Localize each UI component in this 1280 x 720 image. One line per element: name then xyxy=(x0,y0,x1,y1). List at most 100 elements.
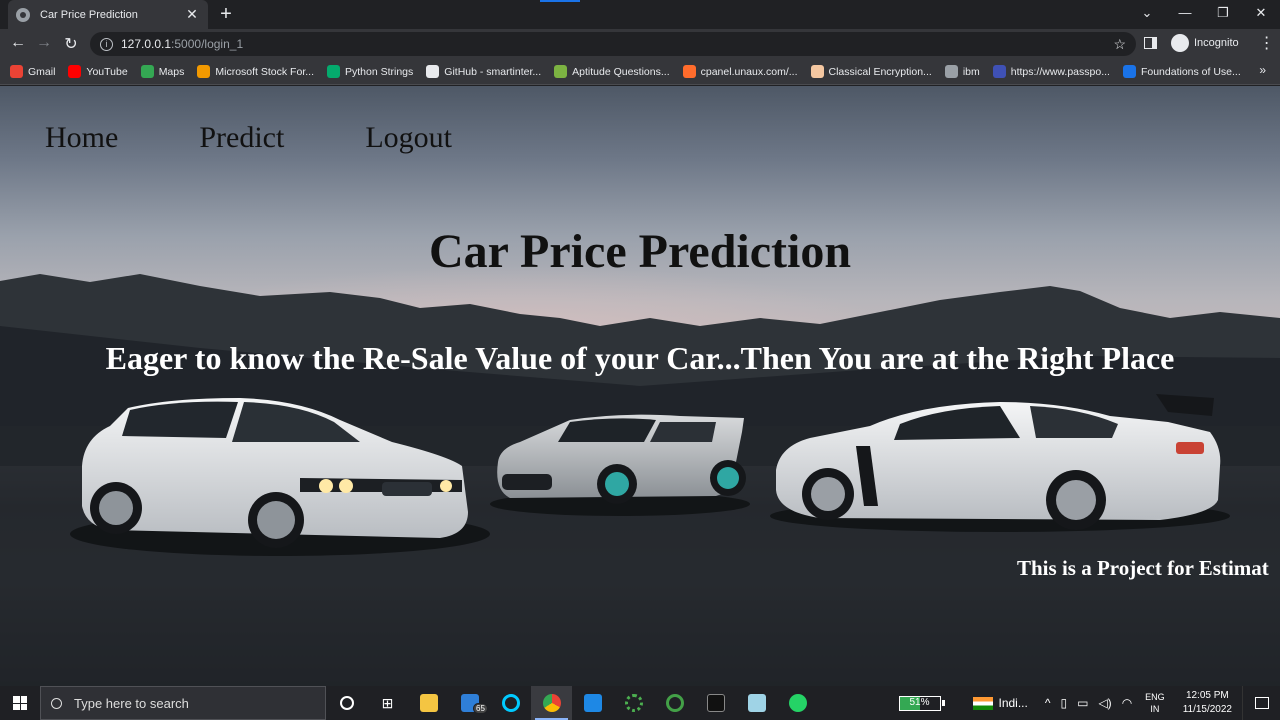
mail-button[interactable]: 65 xyxy=(449,686,490,720)
battery-percent: 51% xyxy=(909,696,930,708)
tab-indicator xyxy=(540,0,580,2)
bookmark-item[interactable]: Classical Encryption... xyxy=(810,65,932,78)
file-explorer-button[interactable] xyxy=(408,686,449,720)
chrome-icon xyxy=(542,694,561,712)
nav-predict-link[interactable]: Predict xyxy=(199,121,284,155)
url-path: :5000/login_1 xyxy=(171,37,244,51)
bookmark-item[interactable]: https://www.passpo... xyxy=(992,65,1110,78)
bookmark-label: cpanel.unaux.com/... xyxy=(700,65,798,78)
cortana-circle-icon xyxy=(339,696,354,710)
clock-date: 11/15/2022 xyxy=(1182,704,1232,715)
wifi-icon[interactable]: ◠ xyxy=(1122,696,1132,710)
power-icon[interactable]: ▭ xyxy=(1077,696,1088,710)
back-icon[interactable]: ← xyxy=(8,34,28,52)
side-panel-icon[interactable] xyxy=(1144,37,1157,49)
green-ring-2-icon xyxy=(665,694,684,712)
alexa-ring-icon xyxy=(501,694,520,712)
reload-icon[interactable]: ↻ xyxy=(61,34,81,54)
bookmark-label: Maps xyxy=(158,65,185,78)
bookmark-item[interactable]: YouTube xyxy=(68,65,128,78)
usb-icon[interactable]: ▯ xyxy=(1061,696,1068,710)
incognito-indicator[interactable]: Incognito xyxy=(1171,34,1239,52)
bookmark-label: Microsoft Stock For... xyxy=(215,65,314,78)
task-view-button[interactable]: ⊞ xyxy=(367,686,408,720)
start-button[interactable] xyxy=(0,686,40,720)
minimize-icon[interactable]: — xyxy=(1166,0,1204,29)
bookmark-item[interactable]: cpanel.unaux.com/... xyxy=(682,65,798,78)
bookmark-item[interactable]: Python Strings xyxy=(326,65,414,78)
bookmark-label: Gmail xyxy=(28,65,56,78)
web-page: Home Predict Logout Car Price Prediction… xyxy=(0,86,1280,686)
tab-search-icon[interactable]: ⌄ xyxy=(1128,0,1166,29)
tab-close-icon[interactable]: ✕ xyxy=(184,6,200,23)
nav-home-link[interactable]: Home xyxy=(45,121,118,155)
system-tray: 51% Indi... ^ ▯ ▭ ◁) ◠ ENG IN 12:05 PM 1… xyxy=(898,686,1280,720)
bookmark-item[interactable]: Microsoft Stock For... xyxy=(197,65,314,78)
bookmark-item[interactable]: Gmail xyxy=(10,65,55,78)
cortana-button[interactable] xyxy=(326,686,367,720)
bookmarks-bar: Gmail YouTube Maps Microsoft Stock For... Py… xyxy=(0,59,1280,85)
close-window-icon[interactable]: ✕ xyxy=(1242,0,1280,29)
blue-app-icon xyxy=(583,694,602,712)
incognito-label: Incognito xyxy=(1194,37,1239,49)
tab-title: Car Price Prediction xyxy=(40,8,138,21)
bookmark-label: Classical Encryption... xyxy=(828,65,932,78)
bookmarks-overflow-icon[interactable]: » xyxy=(1259,63,1266,77)
show-hidden-icons-icon[interactable]: ^ xyxy=(1045,696,1051,710)
site-info-icon[interactable]: i xyxy=(100,37,113,51)
bookmark-label: Python Strings xyxy=(344,65,414,78)
kebab-menu-icon[interactable]: ⋮ xyxy=(1259,33,1275,53)
india-flag-icon xyxy=(972,696,993,710)
volume-icon[interactable]: ◁) xyxy=(1098,696,1111,710)
mail-badge: 65 xyxy=(473,703,488,714)
page-title: Car Price Prediction xyxy=(428,225,852,278)
nav-logout-link[interactable]: Logout xyxy=(365,121,452,155)
weather-label[interactable]: Indi... xyxy=(999,696,1028,710)
scrolling-marquee-text: This is a Project for Estimat xyxy=(1017,556,1269,580)
bookmark-favicon-icon xyxy=(140,65,154,78)
bookmark-item[interactable]: Foundations of Use... xyxy=(1122,65,1241,78)
language-code: ENG xyxy=(1145,692,1165,702)
folder-icon xyxy=(419,694,438,712)
new-tab-button[interactable]: + xyxy=(216,3,236,26)
notification-icon xyxy=(1254,697,1269,709)
bookmark-favicon-icon xyxy=(944,65,958,78)
site-nav: Home Predict Logout xyxy=(45,121,533,155)
alexa-button[interactable] xyxy=(490,686,531,720)
terminal-button[interactable] xyxy=(695,686,736,720)
whatsapp-button[interactable] xyxy=(777,686,818,720)
restore-icon[interactable]: ❐ xyxy=(1204,0,1242,29)
bookmark-label: YouTube xyxy=(86,65,128,78)
clock[interactable]: 12:05 PM 11/15/2022 xyxy=(1183,689,1232,717)
bookmark-favicon-icon xyxy=(1122,65,1136,78)
notepad-icon xyxy=(747,694,766,712)
bookmark-star-icon[interactable]: ☆ xyxy=(1113,36,1126,53)
bookmark-item[interactable]: Maps xyxy=(140,65,185,78)
taskbar-search-placeholder: Type here to search xyxy=(74,695,189,711)
window-controls: ⌄ — ❐ ✕ xyxy=(1128,0,1280,29)
taskbar-search-input[interactable]: Type here to search xyxy=(40,686,326,720)
notepad-button[interactable] xyxy=(736,686,777,720)
bookmark-item[interactable]: GitHub - smartinter... xyxy=(426,65,541,78)
region-code: IN xyxy=(1150,704,1160,714)
address-bar[interactable]: i 127.0.0.1:5000/login_1 ☆ xyxy=(90,32,1136,56)
chrome-button[interactable] xyxy=(531,686,572,720)
bookmark-item[interactable]: ibm xyxy=(944,65,980,78)
tab-strip: Car Price Prediction ✕ + ⌄ — ❐ ✕ xyxy=(0,0,1280,29)
bookmark-label: https://www.passpo... xyxy=(1010,65,1110,78)
app-green-ring-button[interactable] xyxy=(613,686,654,720)
browser-tab[interactable]: Car Price Prediction ✕ xyxy=(8,0,208,29)
language-indicator[interactable]: ENG IN xyxy=(1145,691,1165,715)
bookmark-favicon-icon xyxy=(68,65,82,78)
notification-center-button[interactable] xyxy=(1242,686,1280,720)
battery-indicator[interactable]: 51% xyxy=(898,695,945,711)
green-ring-icon xyxy=(624,694,643,712)
windows-logo-icon xyxy=(13,696,27,710)
bookmark-label: Foundations of Use... xyxy=(1140,65,1241,78)
forward-icon[interactable]: → xyxy=(34,34,54,52)
browser-toolbar: ← → ↻ i 127.0.0.1:5000/login_1 ☆ Incogni… xyxy=(0,29,1280,59)
bookmark-label: ibm xyxy=(962,65,980,78)
app-blue-button[interactable] xyxy=(572,686,613,720)
app-green-ring-2-button[interactable] xyxy=(654,686,695,720)
bookmark-item[interactable]: Aptitude Questions... xyxy=(554,65,670,78)
